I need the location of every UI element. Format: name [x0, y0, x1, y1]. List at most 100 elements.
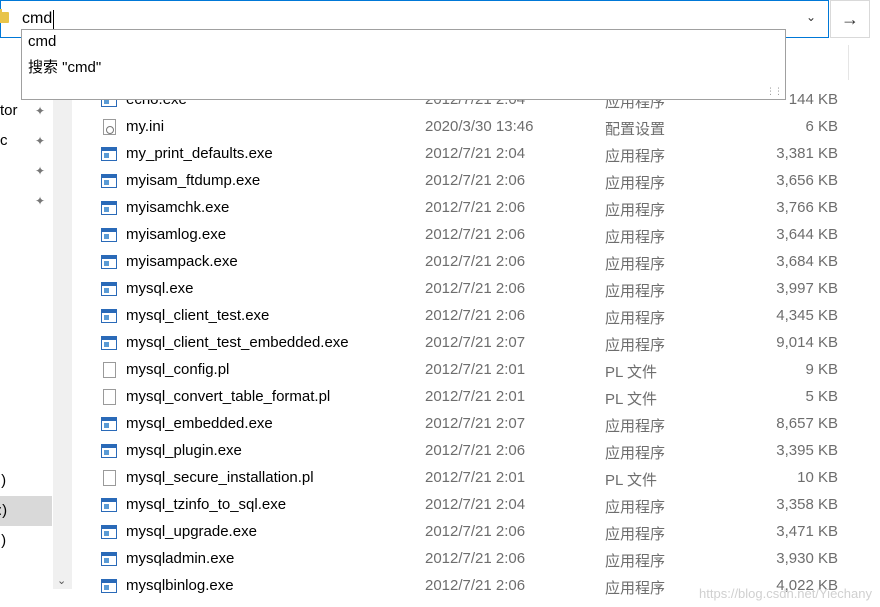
- file-date: 2012/7/21 2:06: [425, 442, 526, 459]
- file-row[interactable]: mysql_convert_table_format.pl 2012/7/21 2…: [72, 384, 872, 411]
- nav-item-label[interactable]: c: [0, 132, 8, 149]
- file-type: 应用程序: [605, 526, 666, 543]
- file-icon: [103, 362, 116, 378]
- nav-item-label[interactable]: tor: [0, 102, 18, 119]
- nav-scrollbar[interactable]: ⌄: [53, 40, 72, 589]
- file-name: mysql_client_test_embedded.exe: [126, 334, 349, 351]
- file-size: 10 KB: [797, 469, 838, 486]
- column-divider: [848, 45, 849, 80]
- address-input[interactable]: cmd: [22, 10, 52, 28]
- file-row[interactable]: mysql_client_test.exe 2012/7/21 2:06 应用程序 4…: [72, 303, 872, 330]
- resize-grip-icon[interactable]: ⋮⋮: [766, 86, 783, 97]
- file-row[interactable]: mysql_client_test_embedded.exe 2012/7/21 …: [72, 330, 872, 357]
- application-icon: [101, 282, 117, 296]
- pin-icon: ✦: [35, 104, 46, 118]
- file-name: my.ini: [126, 118, 165, 135]
- file-type: 应用程序: [605, 580, 666, 597]
- nav-item-label[interactable]: ):): [0, 502, 7, 519]
- file-date: 2012/7/21 2:06: [425, 253, 526, 270]
- file-date: 2012/7/21 2:07: [425, 415, 526, 432]
- file-type: 应用程序: [605, 256, 666, 273]
- application-icon: [101, 525, 117, 539]
- file-name: mysqladmin.exe: [126, 550, 235, 567]
- file-size: 4,345 KB: [776, 307, 838, 324]
- file-row[interactable]: mysql_config.pl 2012/7/21 2:01 PL 文件 9 KB: [72, 357, 872, 384]
- file-date: 2012/7/21 2:01: [425, 361, 526, 378]
- file-size: 3,656 KB: [776, 172, 838, 189]
- nav-item-label[interactable]: :): [0, 532, 6, 549]
- scroll-down-icon[interactable]: ⌄: [57, 574, 66, 587]
- file-size: 3,930 KB: [776, 550, 838, 567]
- file-date: 2012/7/21 2:06: [425, 523, 526, 540]
- text-caret: [53, 10, 54, 29]
- arrow-right-icon: →: [841, 9, 859, 29]
- file-date: 2012/7/21 2:06: [425, 172, 526, 189]
- chevron-down-icon[interactable]: ⌄: [806, 10, 816, 24]
- file-name: myisampack.exe: [126, 253, 238, 270]
- file-name: myisamlog.exe: [126, 226, 227, 243]
- application-icon: [101, 336, 117, 350]
- file-size: 3,358 KB: [776, 496, 838, 513]
- application-icon: [101, 201, 117, 215]
- file-row[interactable]: mysql_upgrade.exe 2012/7/21 2:06 应用程序 3,471…: [72, 519, 872, 546]
- file-name: mysql.exe: [126, 280, 194, 297]
- file-name: myisam_ftdump.exe: [126, 172, 261, 189]
- file-row[interactable]: mysql.exe 2012/7/21 2:06 应用程序 3,997 KB: [72, 276, 872, 303]
- application-icon: [101, 174, 117, 188]
- file-date: 2020/3/30 13:46: [425, 118, 534, 135]
- file-type: 应用程序: [605, 499, 666, 516]
- file-size: 8,657 KB: [776, 415, 838, 432]
- file-row[interactable]: mysql_secure_installation.pl 2012/7/21 2:…: [72, 465, 872, 492]
- file-name: mysql_embedded.exe: [126, 415, 273, 432]
- application-icon: [101, 147, 117, 161]
- file-name: mysql_client_test.exe: [126, 307, 270, 324]
- pin-icon: ✦: [35, 164, 46, 178]
- go-button[interactable]: →: [830, 0, 870, 38]
- file-size: 5 KB: [805, 388, 838, 405]
- file-name: mysql_config.pl: [126, 361, 230, 378]
- file-row[interactable]: mysqladmin.exe 2012/7/21 2:06 应用程序 3,930 KB: [72, 546, 872, 573]
- file-row[interactable]: myisampack.exe 2012/7/21 2:06 应用程序 3,684 KB: [72, 249, 872, 276]
- application-icon: [101, 552, 117, 566]
- file-type: PL 文件: [605, 391, 657, 408]
- file-date: 2012/7/21 2:04: [425, 145, 526, 162]
- file-type: 应用程序: [605, 283, 666, 300]
- autocomplete-dropdown: cmd 搜索 "cmd" ⋮⋮: [21, 29, 786, 100]
- file-row[interactable]: my.ini 2020/3/30 13:46 配置设置 6 KB: [72, 114, 872, 141]
- file-type: 应用程序: [605, 202, 666, 219]
- autocomplete-item[interactable]: cmd: [28, 33, 56, 50]
- file-name: mysql_secure_installation.pl: [126, 469, 314, 486]
- file-date: 2012/7/21 2:01: [425, 469, 526, 486]
- file-row[interactable]: mysql_tzinfo_to_sql.exe 2012/7/21 2:04 应用程…: [72, 492, 872, 519]
- file-row[interactable]: mysql_embedded.exe 2012/7/21 2:07 应用程序 8,65…: [72, 411, 872, 438]
- file-row[interactable]: myisamlog.exe 2012/7/21 2:06 应用程序 3,644 KB: [72, 222, 872, 249]
- file-row[interactable]: my_print_defaults.exe 2012/7/21 2:04 应用程序 3…: [72, 141, 872, 168]
- file-size: 9 KB: [805, 361, 838, 378]
- file-size: 144 KB: [788, 91, 838, 108]
- nav-selection: [0, 496, 52, 526]
- nav-item-label[interactable]: :): [0, 472, 6, 489]
- file-date: 2012/7/21 2:06: [425, 280, 526, 297]
- file-name: mysqlbinlog.exe: [126, 577, 234, 594]
- file-icon: [103, 470, 116, 486]
- file-type: 应用程序: [605, 445, 666, 462]
- file-size: 3,395 KB: [776, 442, 838, 459]
- file-date: 2012/7/21 2:06: [425, 307, 526, 324]
- config-file-icon: [103, 119, 116, 135]
- file-size: 3,471 KB: [776, 523, 838, 540]
- file-size: 3,766 KB: [776, 199, 838, 216]
- file-row[interactable]: myisam_ftdump.exe 2012/7/21 2:06 应用程序 3,656…: [72, 168, 872, 195]
- pin-icon: ✦: [35, 134, 46, 148]
- file-size: 6 KB: [805, 118, 838, 135]
- file-date: 2012/7/21 2:06: [425, 199, 526, 216]
- file-date: 2012/7/21 2:04: [425, 496, 526, 513]
- autocomplete-item[interactable]: 搜索 "cmd": [28, 56, 101, 77]
- file-row[interactable]: mysql_plugin.exe 2012/7/21 2:06 应用程序 3,395 …: [72, 438, 872, 465]
- file-name: myisamchk.exe: [126, 199, 230, 216]
- file-type: 应用程序: [605, 553, 666, 570]
- pin-icon: ✦: [35, 194, 46, 208]
- file-size: 3,644 KB: [776, 226, 838, 243]
- file-type: PL 文件: [605, 472, 657, 489]
- file-row[interactable]: myisamchk.exe 2012/7/21 2:06 应用程序 3,766 KB: [72, 195, 872, 222]
- application-icon: [101, 444, 117, 458]
